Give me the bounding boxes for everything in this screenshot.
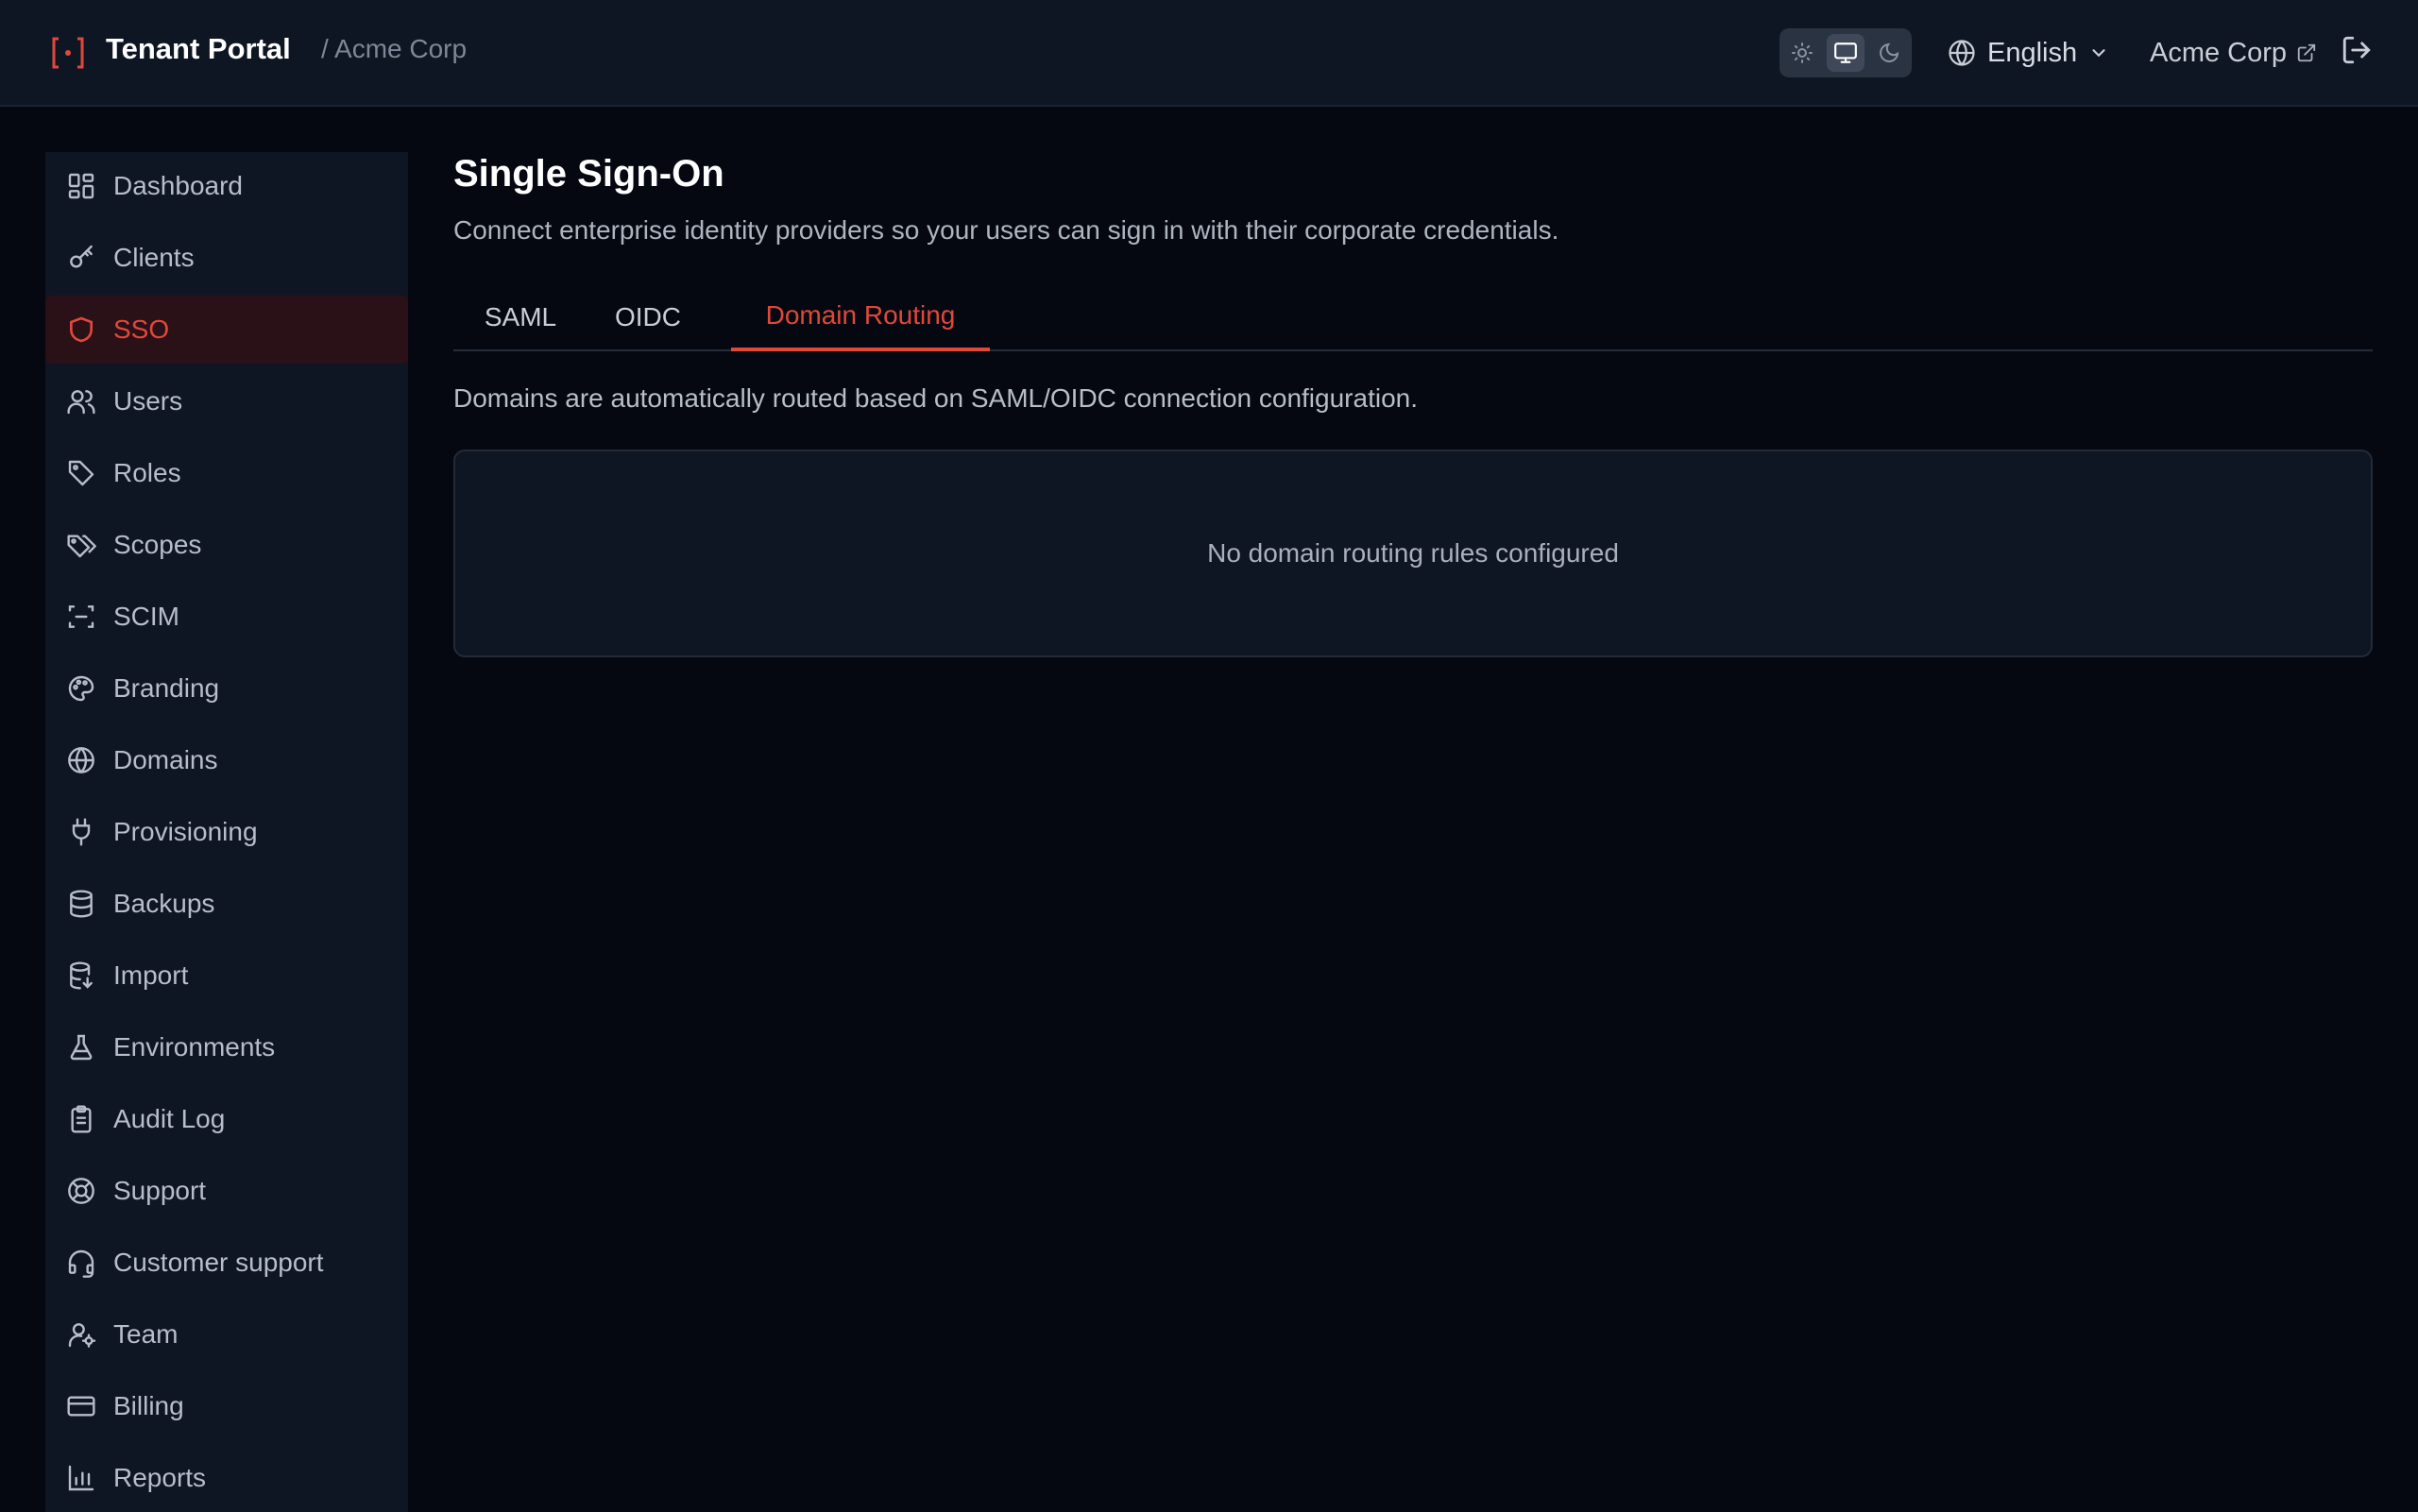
clipboard-icon: [66, 1104, 96, 1134]
sidebar-item-support[interactable]: Support: [45, 1157, 408, 1225]
sidebar-item-clients[interactable]: Clients: [45, 224, 408, 292]
user-cog-icon: [66, 1319, 96, 1350]
page-subtitle: Connect enterprise identity providers so…: [453, 215, 1559, 245]
sidebar-item-backups[interactable]: Backups: [45, 870, 408, 938]
language-label: English: [1987, 37, 2078, 68]
sidebar-item-label: Support: [113, 1176, 207, 1205]
top-bar: Tenant Portal / Acme Corp English Acme C…: [0, 0, 2418, 107]
logo-icon: [49, 34, 87, 72]
plug-icon: [66, 817, 96, 847]
bar-chart-icon: [66, 1463, 96, 1493]
system-mode-icon[interactable]: [1827, 34, 1865, 72]
sidebar: Dashboard Clients SSO Users Roles Scopes…: [45, 152, 408, 1512]
external-link-icon: [2297, 43, 2316, 62]
sidebar-item-billing[interactable]: Billing: [45, 1372, 408, 1440]
sidebar-item-users[interactable]: Users: [45, 367, 408, 435]
sidebar-item-dashboard[interactable]: Dashboard: [45, 152, 408, 220]
scan-icon: [66, 602, 96, 632]
sidebar-item-customer-support[interactable]: Customer support: [45, 1229, 408, 1297]
empty-state-panel: No domain routing rules configured: [453, 450, 2373, 657]
app-title[interactable]: Tenant Portal: [106, 32, 291, 66]
credit-card-icon: [66, 1391, 96, 1421]
light-mode-icon[interactable]: [1783, 34, 1821, 72]
sidebar-item-label: Import: [113, 960, 189, 990]
domain-routing-description: Domains are automatically routed based o…: [453, 383, 1418, 413]
sidebar-item-label: Team: [113, 1319, 179, 1349]
sidebar-item-audit-log[interactable]: Audit Log: [45, 1085, 408, 1153]
sidebar-item-domains[interactable]: Domains: [45, 726, 408, 794]
tags-icon: [66, 530, 96, 560]
dashboard-icon: [66, 171, 96, 201]
sidebar-item-environments[interactable]: Environments: [45, 1013, 408, 1081]
tenant-link[interactable]: Acme Corp: [2150, 32, 2317, 74]
sidebar-item-label: Users: [113, 386, 183, 416]
sidebar-item-label: Customer support: [113, 1248, 324, 1277]
sidebar-item-label: Domains: [113, 745, 218, 774]
logout-icon[interactable]: [2341, 34, 2378, 72]
sidebar-item-scopes[interactable]: Scopes: [45, 511, 408, 579]
sidebar-item-label: Dashboard: [113, 171, 243, 200]
sidebar-item-sso[interactable]: SSO: [45, 296, 408, 364]
language-selector[interactable]: English: [1948, 32, 2109, 74]
sidebar-item-label: Environments: [113, 1032, 276, 1062]
sidebar-item-label: Billing: [113, 1391, 184, 1420]
sidebar-item-label: SCIM: [113, 602, 179, 631]
key-icon: [66, 243, 96, 273]
tag-icon: [66, 458, 96, 488]
globe-icon: [66, 745, 96, 775]
shield-icon: [66, 314, 96, 345]
tab-oidc[interactable]: OIDC: [587, 283, 708, 351]
breadcrumb: / Acme Corp: [321, 34, 468, 63]
sidebar-item-reports[interactable]: Reports: [45, 1444, 408, 1512]
palette-icon: [66, 673, 96, 704]
sidebar-item-label: Provisioning: [113, 817, 258, 846]
dark-mode-icon[interactable]: [1870, 34, 1908, 72]
empty-state-text: No domain routing rules configured: [1207, 538, 1619, 568]
chevron-down-icon: [2092, 49, 2105, 58]
sidebar-item-label: Reports: [113, 1463, 207, 1492]
sidebar-item-team[interactable]: Team: [45, 1300, 408, 1368]
tenant-name: Acme Corp: [2150, 37, 2288, 68]
flask-icon: [66, 1032, 96, 1062]
lifebuoy-icon: [66, 1176, 96, 1206]
sidebar-item-label: Clients: [113, 243, 195, 272]
database-icon: [66, 889, 96, 919]
sidebar-item-label: SSO: [113, 314, 170, 344]
sidebar-item-branding[interactable]: Branding: [45, 654, 408, 722]
sidebar-item-label: Branding: [113, 673, 220, 703]
sidebar-item-label: Roles: [113, 458, 181, 487]
sidebar-item-label: Backups: [113, 889, 215, 918]
page-title: Single Sign-On: [453, 153, 724, 195]
sidebar-item-provisioning[interactable]: Provisioning: [45, 798, 408, 866]
theme-switcher: [1779, 28, 1912, 77]
headset-icon: [66, 1248, 96, 1278]
users-icon: [66, 386, 96, 416]
sidebar-item-label: Scopes: [113, 530, 202, 559]
tab-saml[interactable]: SAML: [453, 283, 587, 351]
sidebar-item-import[interactable]: Import: [45, 942, 408, 1010]
sidebar-item-roles[interactable]: Roles: [45, 439, 408, 507]
sso-tabs: SAML OIDC Domain Routing: [453, 283, 2373, 351]
database-import-icon: [66, 960, 96, 991]
sidebar-item-label: Audit Log: [113, 1104, 226, 1133]
tab-domain-routing[interactable]: Domain Routing: [731, 283, 990, 351]
globe-icon: [1949, 40, 1975, 66]
sidebar-item-scim[interactable]: SCIM: [45, 583, 408, 651]
